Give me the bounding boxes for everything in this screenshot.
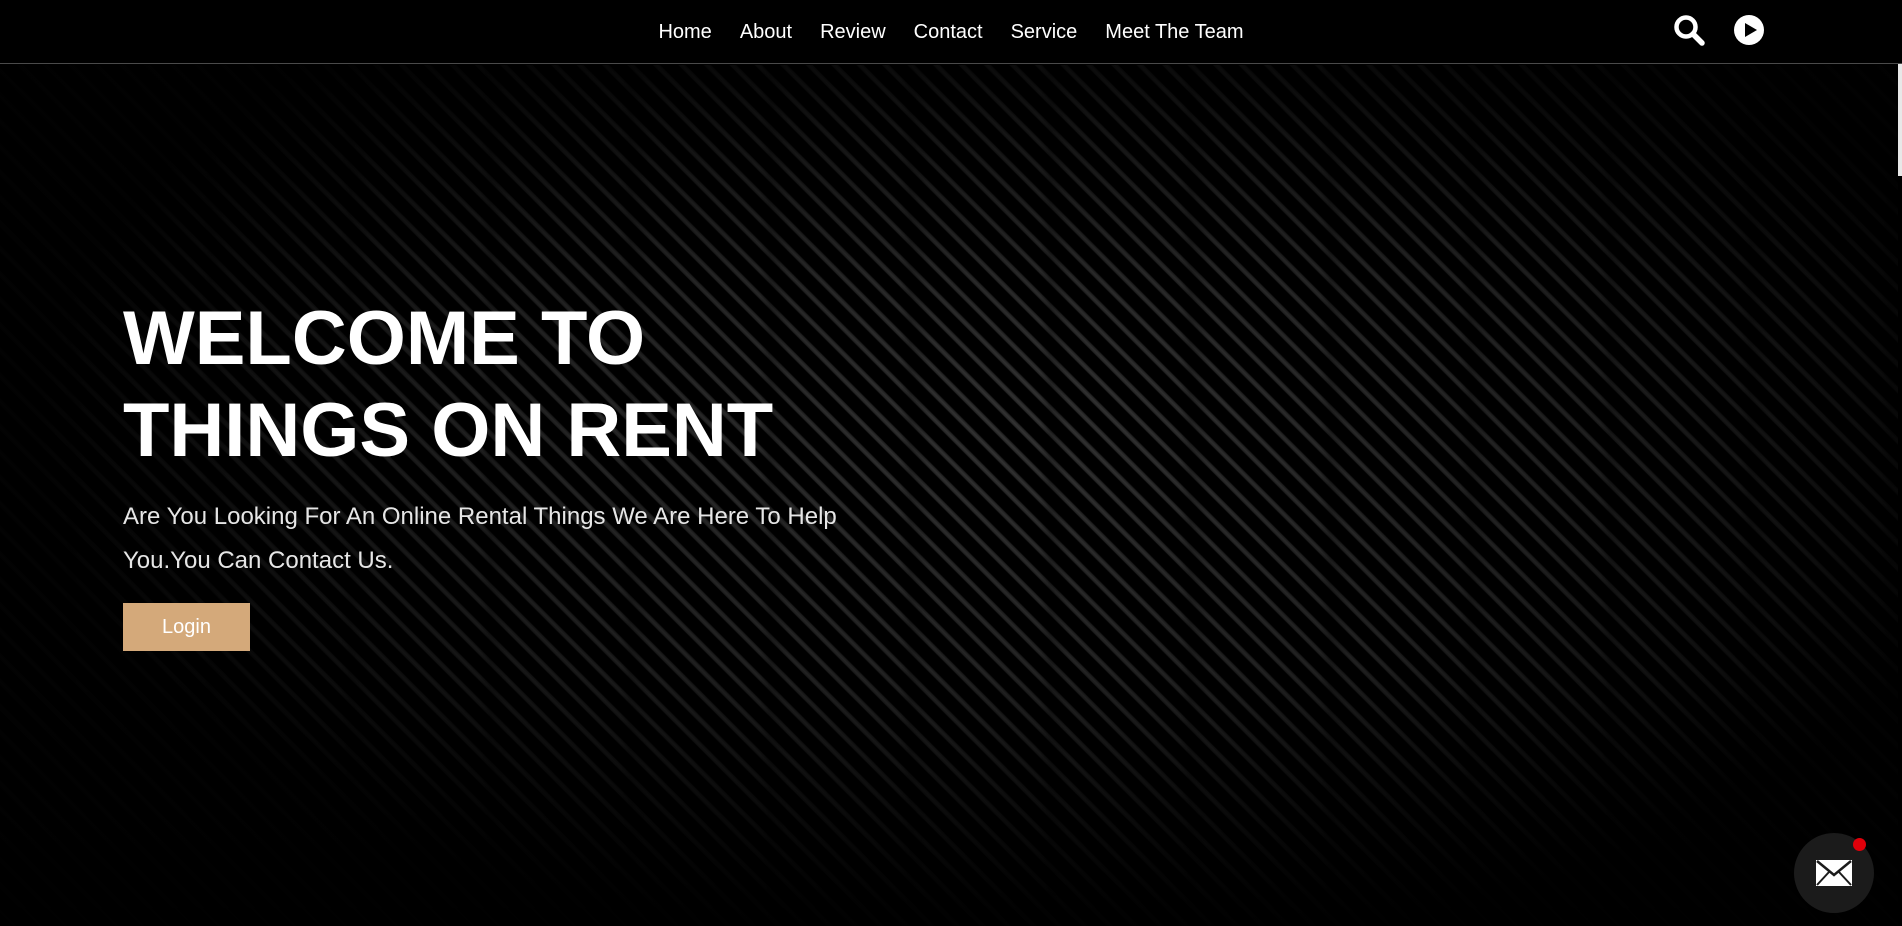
hero-subtitle: Are You Looking For An Online Rental Thi…: [123, 495, 843, 583]
hero-title: WELCOME TO THINGS ON RENT: [123, 293, 883, 477]
hero-content: WELCOME TO THINGS ON RENT Are You Lookin…: [123, 293, 883, 651]
nav-about-link[interactable]: About: [740, 22, 792, 42]
hero-title-line-1: WELCOME TO: [123, 296, 646, 381]
chat-launcher-button[interactable]: [1794, 833, 1874, 913]
play-circle-icon[interactable]: [1732, 13, 1766, 47]
login-button[interactable]: Login: [123, 603, 250, 651]
nav-meet-the-team-link[interactable]: Meet The Team: [1105, 22, 1243, 42]
search-icon[interactable]: [1672, 13, 1706, 47]
site-header: Home About Review Contact Service Meet T…: [0, 0, 1902, 64]
hero-subtitle-line-1: Are You Looking For An Online Rental Thi…: [123, 503, 837, 530]
nav-review-link[interactable]: Review: [820, 22, 886, 42]
hero-title-line-2: THINGS ON RENT: [123, 388, 774, 473]
nav-service-link[interactable]: Service: [1011, 22, 1078, 42]
envelope-icon: [1816, 860, 1852, 886]
nav-contact-link[interactable]: Contact: [914, 22, 983, 42]
notification-dot: [1853, 838, 1866, 851]
main-nav: Home About Review Contact Service Meet T…: [0, 0, 1902, 64]
hero-section: WELCOME TO THINGS ON RENT Are You Lookin…: [0, 65, 1902, 926]
page: Home About Review Contact Service Meet T…: [0, 0, 1902, 926]
header-actions: [1672, 13, 1766, 47]
nav-home-link[interactable]: Home: [658, 22, 711, 42]
page-scrollbar[interactable]: [1898, 0, 1902, 926]
hero-subtitle-line-2: You.You Can Contact Us.: [123, 547, 394, 574]
